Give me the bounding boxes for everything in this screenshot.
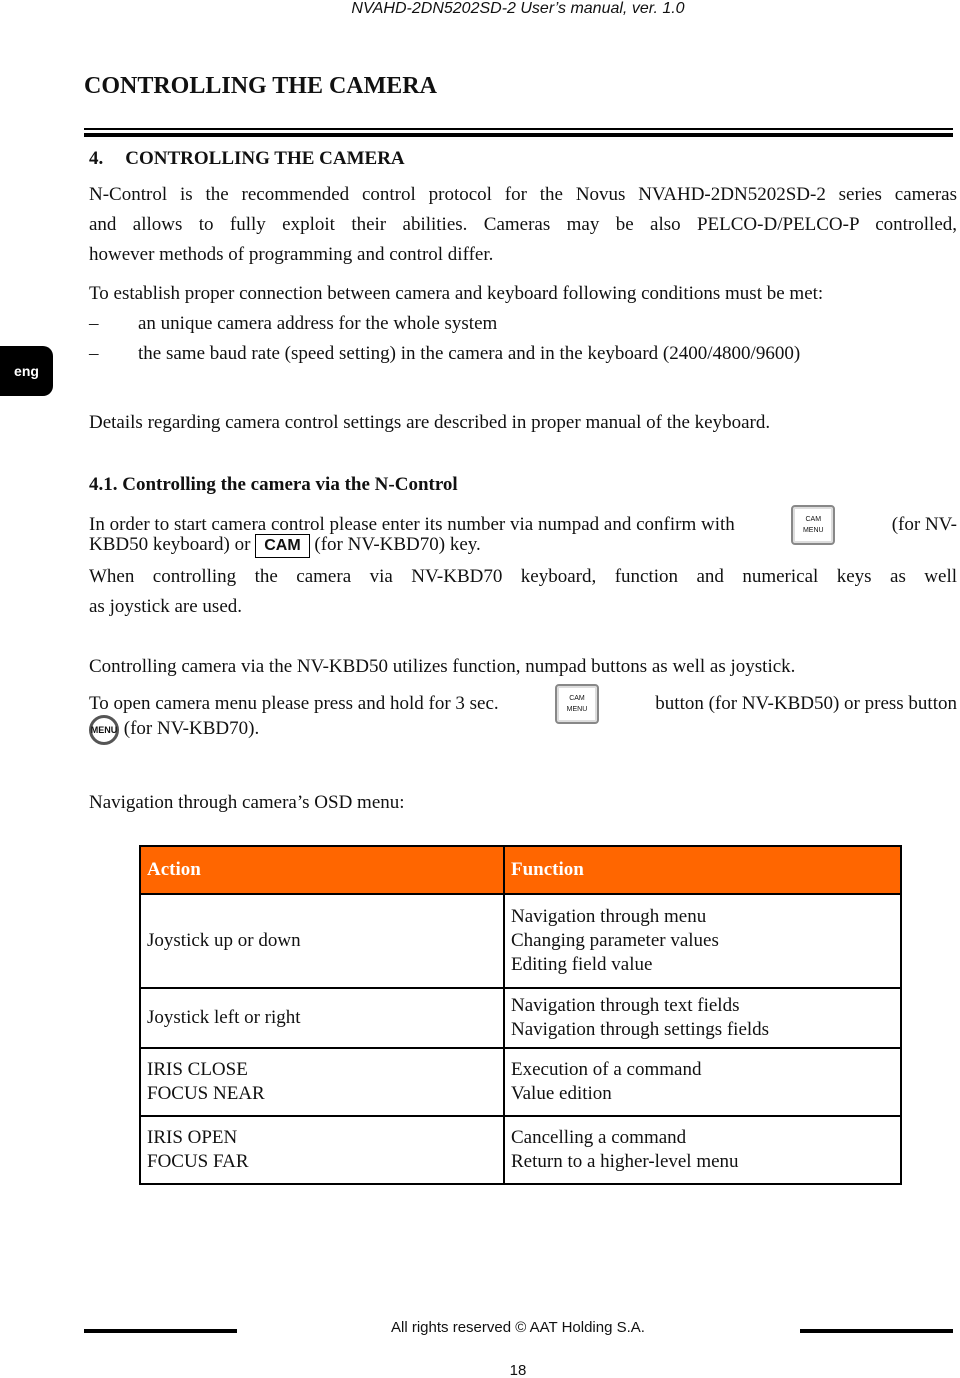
kbd50-paragraph: Controlling camera via the NV-KBD50 util… — [89, 656, 796, 677]
table-header-row: Action Function — [139, 845, 902, 895]
cam-menu-key-icon: CAM MENU — [791, 505, 836, 545]
bullet-dash: – — [89, 313, 99, 334]
text-line: and allows to fully exploit their abilit… — [89, 214, 957, 235]
footer-copyright: All rights reserved © AAT Holding S.A. — [391, 1319, 645, 1336]
table-row: Joystick up or down Navigation through m… — [139, 893, 902, 989]
table-row: Joystick left or right Navigation throug… — [139, 987, 902, 1049]
action-cell: Joystick up or down — [139, 893, 505, 989]
divider — [84, 128, 953, 130]
text-span: (for NV-KBD70). — [123, 718, 260, 739]
subsection-title: Controlling the camera via the N-Control — [122, 474, 458, 495]
conditions-intro: To establish proper connection between c… — [89, 283, 824, 304]
language-tab: eng — [0, 346, 53, 396]
chapter-title: CONTROLLING THE CAMERA — [84, 73, 437, 99]
section-number: 4. — [89, 148, 104, 169]
table-row: IRIS CLOSE FOCUS NEAR Execution of a comm… — [139, 1047, 902, 1117]
text-line: When controlling the camera via NV-KBD70… — [89, 566, 957, 587]
text-span: (for NV-KBD70) key. — [314, 534, 481, 555]
bullet-item: – an unique camera address for the whole … — [89, 309, 497, 339]
text-line: MENU (for NV-KBD70). — [89, 714, 259, 745]
action-cell: IRIS OPEN FOCUS FAR — [139, 1115, 505, 1185]
text-span: (for NV- — [891, 514, 957, 535]
text-span: button (for NV-KBD50) or press button — [655, 693, 957, 714]
text-span: KBD50 keyboard) or — [89, 534, 251, 555]
page-number: 18 — [509, 1362, 527, 1378]
function-cell: Execution of a command Value edition — [503, 1047, 902, 1117]
action-cell: Joystick left or right — [139, 987, 505, 1049]
cam-key-icon: CAM — [255, 534, 310, 558]
section-heading: 4. CONTROLLING THE CAMERA — [89, 144, 405, 174]
column-header-action: Action — [139, 845, 505, 895]
function-cell: Navigation through menu Changing paramete… — [503, 893, 902, 989]
subsection-number: 4.1. — [89, 474, 118, 495]
running-header: NVAHD-2DN5202SD-2 User’s manual, ver. 1.… — [351, 0, 685, 17]
column-header-function: Function — [503, 845, 902, 895]
intro-paragraph: N-Control is the recommended control pro… — [89, 180, 957, 270]
text-line: KBD50 keyboard) or CAM (for NV-KBD70) ke… — [89, 530, 481, 560]
kbd70-paragraph: When controlling the camera via NV-KBD70… — [89, 562, 957, 622]
cam-menu-key-icon: CAM MENU — [554, 684, 599, 724]
function-cell: Cancelling a command Return to a higher-l… — [503, 1115, 902, 1185]
osd-navigation-table: Action Function Joystick up or down Navi… — [139, 845, 902, 1185]
divider — [84, 133, 953, 137]
action-cell: IRIS CLOSE FOCUS NEAR — [139, 1047, 505, 1117]
details-paragraph: Details regarding camera control setting… — [89, 412, 771, 433]
function-cell: Navigation through text fields Navigation… — [503, 987, 902, 1049]
table-row: IRIS OPEN FOCUS FAR Cancelling a command R… — [139, 1115, 902, 1185]
text-line: N-Control is the recommended control pro… — [89, 184, 957, 205]
bullet-text: the same baud rate (speed setting) in th… — [138, 343, 801, 364]
text-line: however methods of programming and contr… — [89, 244, 494, 265]
section-title: CONTROLLING THE CAMERA — [125, 148, 405, 169]
text-line: as joystick are used. — [89, 596, 243, 617]
bullet-text: an unique camera address for the whole s… — [138, 313, 498, 334]
manual-page: NVAHD-2DN5202SD-2 User’s manual, ver. 1.… — [0, 0, 960, 1378]
osd-intro: Navigation through camera’s OSD menu: — [89, 792, 405, 813]
menu-key-icon: MENU — [89, 714, 119, 745]
subsection-heading: 4.1. Controlling the camera via the N-Co… — [89, 470, 458, 500]
bullet-item: – the same baud rate (speed setting) in t… — [89, 339, 800, 369]
bullet-dash: – — [89, 343, 99, 364]
